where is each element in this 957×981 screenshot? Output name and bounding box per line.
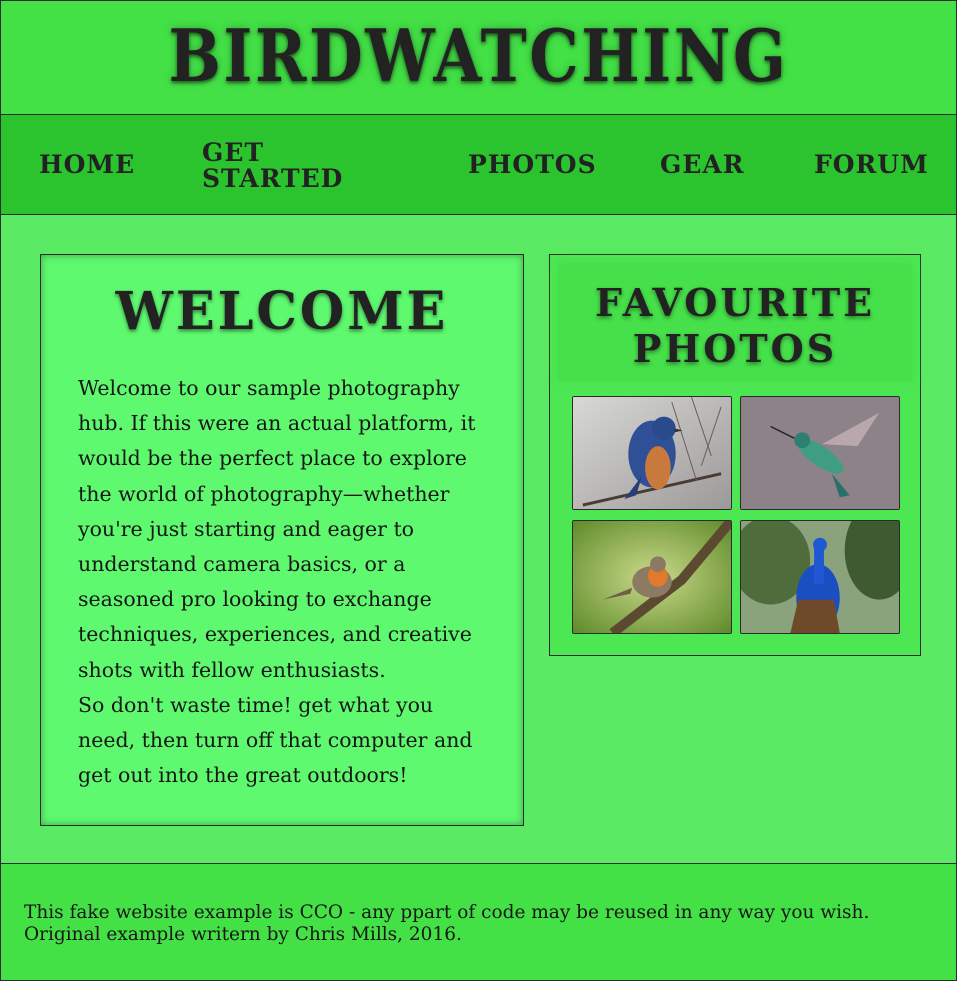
nav-get-started-link[interactable]: GET STARTED [202, 140, 352, 192]
call-to-action-paragraph: So don't waste time! get what you need, … [78, 693, 473, 788]
nav-home-link[interactable]: HOME [39, 152, 135, 178]
nav-gear-link[interactable]: GEAR [660, 152, 745, 178]
main-nav: HOME GET STARTED PHOTOS GEAR FORUM [1, 115, 956, 215]
hummingbird-photo[interactable] [740, 396, 900, 510]
nav-photos-link[interactable]: PHOTOS [468, 152, 597, 178]
site-header: BIRDWATCHING [1, 1, 956, 115]
page: BIRDWATCHING HOME GET STARTED PHOTOS GEA… [0, 0, 957, 981]
welcome-heading: WELCOME [115, 281, 449, 342]
favourite-photos-panel: FAVOURITE PHOTOS [549, 254, 921, 656]
footer-text: This fake website example is CCO - any p… [24, 902, 870, 945]
favourite-photos-heading: FAVOURITE PHOTOS [558, 263, 912, 381]
welcome-panel: WELCOME Welcome to our sample photograph… [40, 254, 524, 826]
nav-forum-link[interactable]: FORUM [814, 152, 929, 178]
site-title: BIRDWATCHING [168, 13, 789, 98]
bluebird-photo[interactable] [572, 396, 732, 510]
welcome-paragraph: Welcome to our sample photography hub. I… [78, 376, 476, 682]
site-footer: This fake website example is CCO - any p… [1, 863, 956, 980]
robin-photo[interactable] [572, 520, 732, 634]
peacock-photo[interactable] [740, 520, 900, 634]
